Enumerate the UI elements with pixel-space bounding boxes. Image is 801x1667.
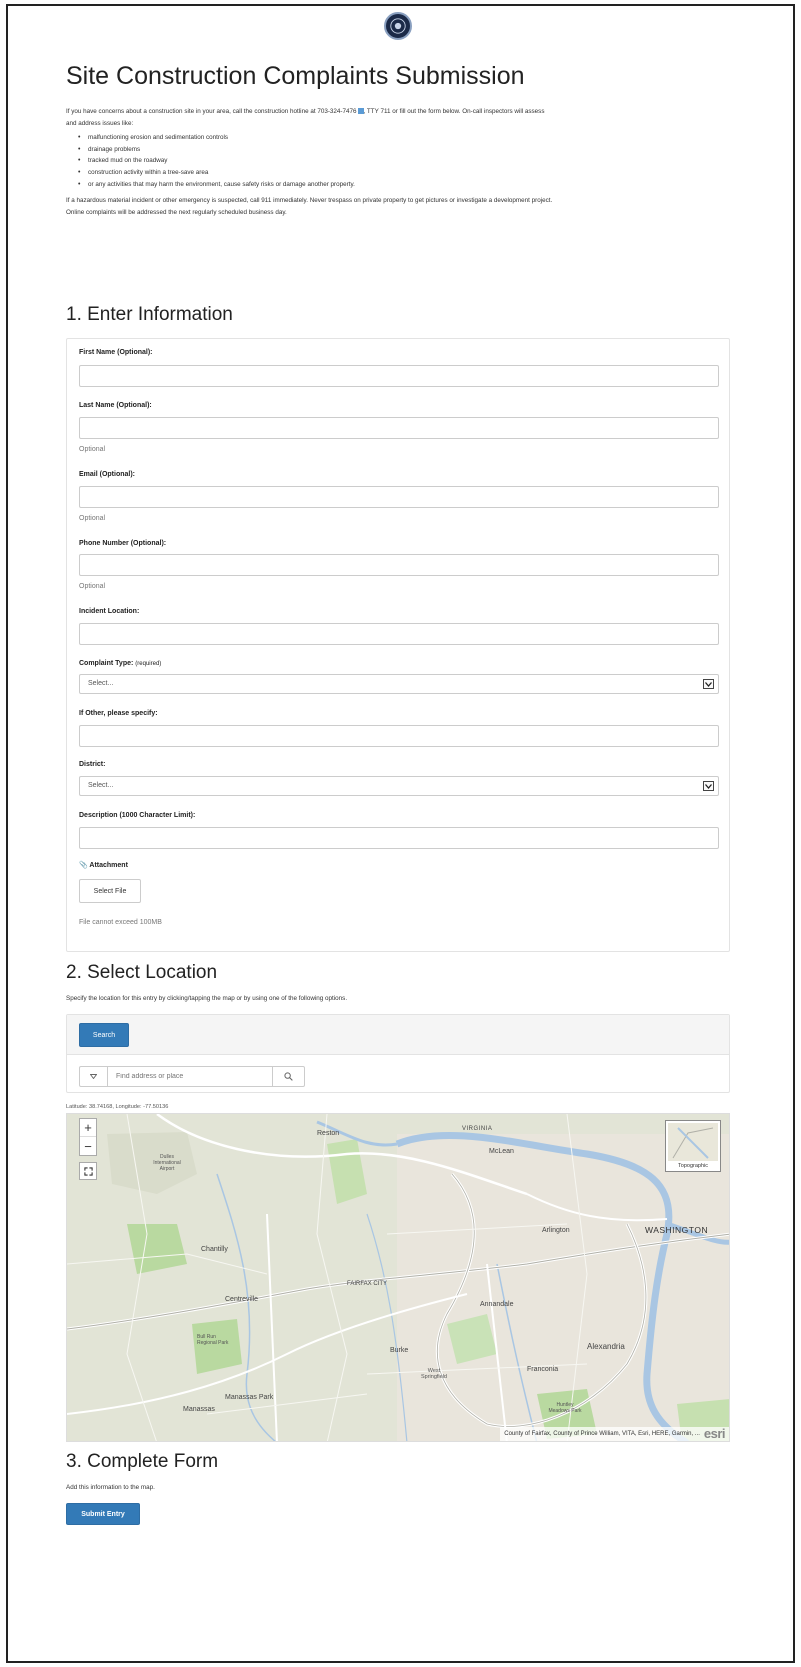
file-size-note: File cannot exceed 100MB	[79, 919, 162, 926]
paperclip-icon: 📎	[79, 862, 88, 869]
place-fairfax: FAIRFAX CITY	[347, 1281, 388, 1287]
complete-form-description: Add this information to the map.	[66, 1484, 155, 1491]
seal-icon	[390, 18, 406, 34]
triangle-down-icon	[90, 1074, 97, 1079]
chevron-down-icon	[703, 781, 714, 791]
description-input[interactable]	[79, 827, 719, 849]
section-3-title: 3. Complete Form	[66, 1451, 219, 1472]
submit-entry-button[interactable]: Submit Entry	[66, 1503, 140, 1525]
phone-help: Optional	[79, 583, 106, 590]
county-seal-logo	[384, 12, 412, 40]
required-marker: (required)	[135, 661, 162, 667]
intro-paragraph: If you have concerns about a constructio…	[66, 106, 730, 118]
complaint-type-label: Complaint Type: (required)	[79, 660, 161, 667]
esri-logo: esri	[703, 1426, 726, 1441]
place-reston: Reston	[317, 1130, 340, 1137]
incident-location-label: Incident Location:	[79, 608, 140, 615]
warning-text: If a hazardous material incident or othe…	[66, 196, 553, 204]
attachment-label: 📎 Attachment	[79, 861, 128, 869]
chevron-down-icon	[703, 679, 714, 689]
place-centreville: Centreville	[225, 1296, 259, 1303]
page-frame: Site Construction Complaints Submission …	[6, 4, 795, 1663]
zoom-controls: + −	[79, 1118, 97, 1156]
place-manassas-park: Manassas Park	[225, 1394, 274, 1401]
page-title: Site Construction Complaints Submission	[66, 62, 525, 90]
email-help: Optional	[79, 515, 106, 522]
complaint-type-text: Complaint Type:	[79, 660, 134, 667]
search-icon	[284, 1072, 293, 1081]
first-name-input[interactable]	[79, 365, 719, 387]
place-mclean: McLean	[489, 1148, 514, 1155]
place-manassas: Manassas	[183, 1406, 215, 1413]
other-label: If Other, please specify:	[79, 710, 158, 717]
section-2-title: 2. Select Location	[66, 962, 218, 983]
response-note: Online complaints will be addressed the …	[66, 208, 287, 216]
phone-input[interactable]	[79, 554, 719, 576]
phone-label: Phone Number (Optional):	[79, 540, 167, 547]
intro-line1-before: If you have concerns about a constructio…	[66, 108, 357, 115]
place-huntley: Huntley Meadows Park	[548, 1402, 582, 1414]
basemap-toggle[interactable]: Topographic	[665, 1120, 721, 1172]
attribution-text: County of Fairfax, County of Prince Will…	[504, 1431, 700, 1437]
first-name-label: First Name (Optional):	[79, 349, 153, 356]
section-1-title: 1. Enter Information	[66, 304, 233, 325]
place-bull-run: Bull Run Regional Park	[197, 1334, 229, 1346]
district-label: District:	[79, 761, 106, 768]
list-item: construction activity within a tree-save…	[78, 167, 730, 179]
place-virginia: VIRGINIA	[462, 1126, 493, 1132]
expand-icon	[83, 1166, 93, 1176]
place-dulles: Dulles International Airport	[153, 1154, 181, 1172]
description-label: Description (1000 Character Limit):	[79, 812, 196, 819]
coordinates-readout: Latitude: 38.74168, Longitude: -77.50136	[66, 1104, 169, 1110]
list-item: or any activities that may harm the envi…	[78, 179, 730, 191]
last-name-input[interactable]	[79, 417, 719, 439]
intro-text: If you have concerns about a constructio…	[66, 106, 730, 219]
list-item: malfunctioning erosion and sedimentation…	[78, 132, 730, 144]
attachment-text: Attachment	[89, 862, 128, 869]
zoom-out-button[interactable]: −	[80, 1137, 96, 1155]
geocoder	[79, 1066, 305, 1087]
list-item: tracked mud on the roadway	[78, 155, 730, 167]
fullscreen-button[interactable]	[79, 1162, 97, 1180]
information-panel: First Name (Optional): Last Name (Option…	[66, 338, 730, 952]
complaint-type-select[interactable]: Select...	[79, 674, 719, 694]
search-input[interactable]	[108, 1067, 272, 1086]
place-arlington: Arlington	[542, 1227, 570, 1234]
last-name-help: Optional	[79, 446, 106, 453]
list-item: drainage problems	[78, 144, 730, 156]
place-franconia: Franconia	[527, 1366, 559, 1373]
other-specify-input[interactable]	[79, 725, 719, 747]
map-attribution: County of Fairfax, County of Prince Will…	[500, 1427, 729, 1441]
search-tab-button[interactable]: Search	[79, 1023, 129, 1047]
place-annandale: Annandale	[480, 1301, 514, 1308]
search-panel: Search	[66, 1014, 730, 1093]
email-field[interactable]	[79, 486, 719, 508]
complaint-type-value: Select...	[88, 680, 114, 687]
intro-line2: and address issues like:	[66, 120, 134, 127]
place-washington: WASHINGTON	[645, 1225, 709, 1235]
district-value: Select...	[88, 782, 114, 789]
place-burke: Burke	[390, 1347, 409, 1354]
email-label: Email (Optional):	[79, 471, 135, 478]
source-dropdown[interactable]	[80, 1067, 108, 1086]
map-view[interactable]: Reston VIRGINIA McLean Dulles Internatio…	[66, 1113, 730, 1442]
basemap-thumbnail	[668, 1123, 718, 1161]
location-instructions: Specify the location for this entry by c…	[66, 995, 348, 1002]
issues-list: malfunctioning erosion and sedimentation…	[78, 132, 730, 191]
last-name-label: Last Name (Optional):	[79, 402, 152, 409]
incident-location-input[interactable]	[79, 623, 719, 645]
place-west-springfield: West Springfield	[421, 1368, 447, 1380]
search-panel-header: Search	[67, 1015, 729, 1055]
zoom-in-button[interactable]: +	[80, 1119, 96, 1137]
district-select[interactable]: Select...	[79, 776, 719, 796]
basemap-label: Topographic	[678, 1163, 708, 1169]
place-alexandria: Alexandria	[587, 1342, 625, 1351]
place-chantilly: Chantilly	[201, 1246, 228, 1253]
search-submit[interactable]	[272, 1067, 304, 1086]
select-file-button[interactable]: Select File	[79, 879, 141, 903]
intro-line1-after: , TTY 711 or fill out the form below. On…	[363, 108, 545, 115]
